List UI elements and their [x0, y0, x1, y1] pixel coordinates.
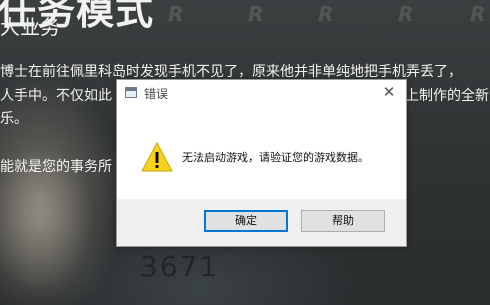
background-text-line: 能就是您的事务所 — [0, 159, 112, 175]
error-dialog: 错误 ✕ 无法启动游戏，请验证您的游戏数据。 确定 帮助 — [116, 79, 407, 247]
ok-button[interactable]: 确定 — [204, 210, 288, 232]
rockstar-watermark-icon: R — [398, 2, 414, 26]
message-area: 无法启动游戏，请验证您的游戏数据。 — [117, 106, 406, 199]
rockstar-watermark-icon: R — [168, 2, 184, 26]
close-button[interactable]: ✕ — [378, 82, 400, 102]
dialog-title: 错误 — [144, 87, 169, 101]
warning-icon — [141, 142, 173, 172]
help-button[interactable]: 帮助 — [301, 210, 385, 232]
rockstar-watermark-icon: R — [248, 2, 264, 26]
background-text-line: 人手中。不仅如此 — [0, 88, 112, 104]
background-text-line: 乐。 — [0, 111, 28, 127]
rockstar-watermark-icon: R — [318, 2, 334, 26]
rockstar-watermark-icon: R — [470, 2, 486, 26]
background-text-fragment: 上制作的全新 — [405, 88, 489, 104]
error-message: 无法启动游戏，请验证您的游戏数据。 — [182, 151, 369, 164]
background-number: 3671 — [140, 250, 220, 283]
background-text-line: 博士在前往佩里科岛时发现手机不见了，原来他并非单纯地把手机弄丢了， — [0, 64, 462, 80]
window-icon — [125, 87, 137, 98]
dialog-titlebar[interactable]: 错误 ✕ — [117, 80, 406, 106]
background-subtitle: 大业务 — [0, 15, 60, 39]
dialog-button-bar: 确定 帮助 — [117, 199, 406, 246]
